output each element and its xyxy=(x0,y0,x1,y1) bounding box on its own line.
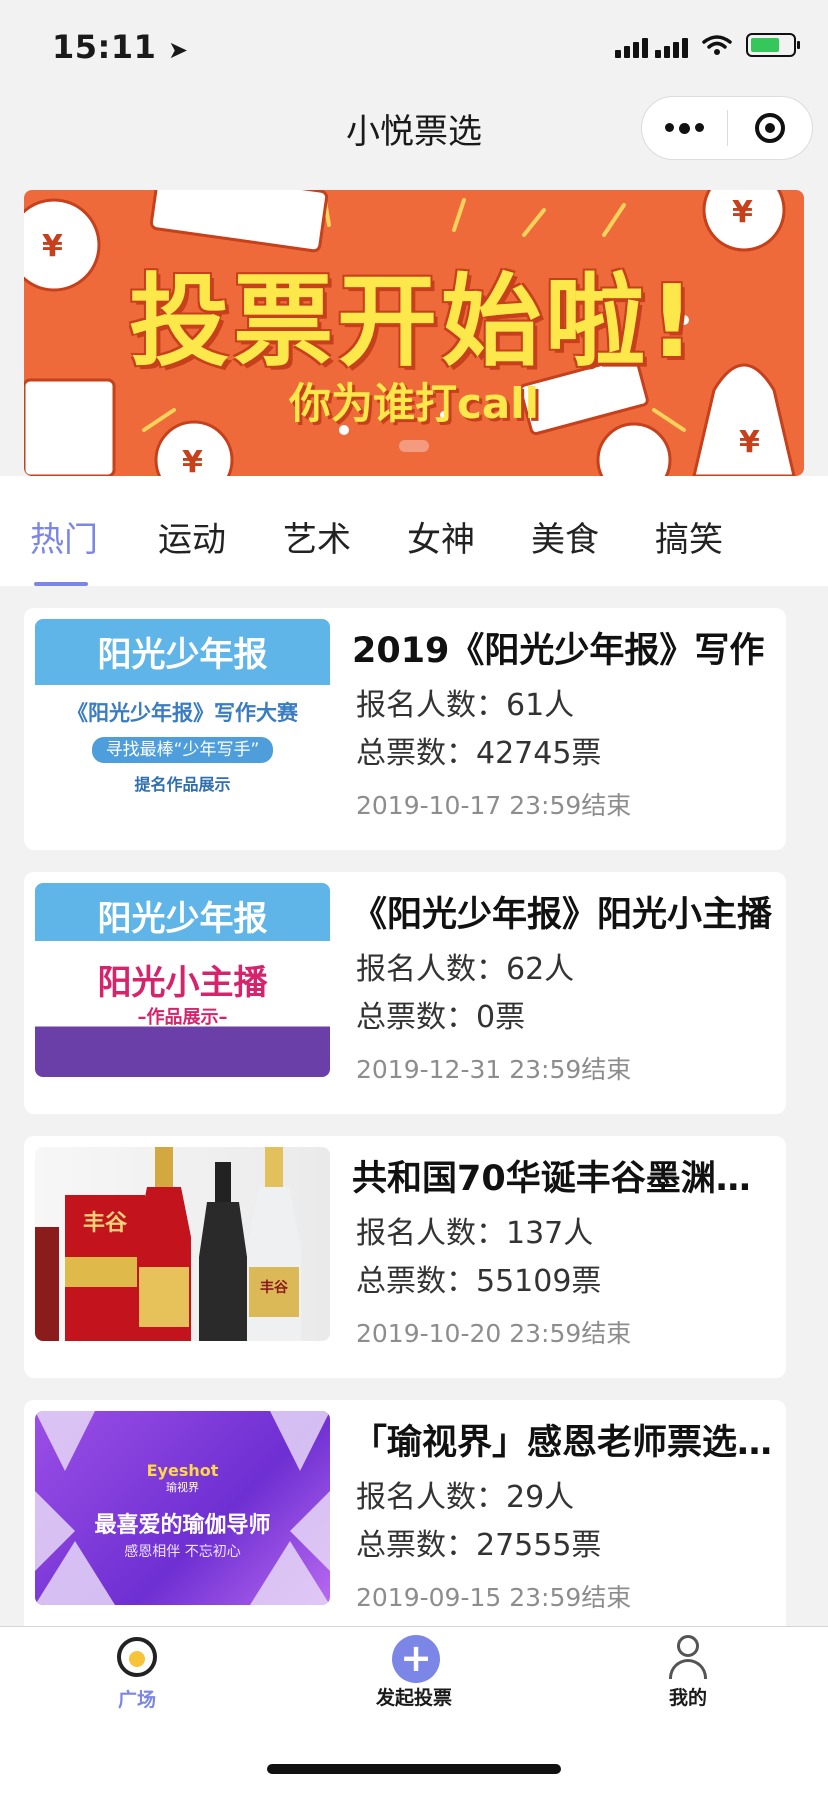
category-tabs: 热门 运动 艺术 女神 美食 搞笑 xyxy=(0,476,828,586)
person-icon xyxy=(666,1635,710,1679)
tab-goddess[interactable]: 女神 xyxy=(407,512,475,561)
liquor-bottles-image xyxy=(35,1147,301,1341)
banner-title: 投票开始啦! xyxy=(129,263,699,380)
wifi-icon xyxy=(702,35,732,55)
end-time: 2019-10-20 23:59结束 xyxy=(356,1319,632,1348)
signup-count: 报名人数：62人 xyxy=(356,952,575,987)
tab-food[interactable]: 美食 xyxy=(531,512,599,561)
tabbar-item-square[interactable]: 广场 xyxy=(67,1635,207,1712)
tab-hot[interactable]: 热门 xyxy=(30,512,98,561)
svg-text:¥: ¥ xyxy=(182,445,203,476)
card-title: 《阳光少年报》阳光小主播 xyxy=(352,895,773,935)
card-thumbnail: 阳光少年报 阳光小主播 –作品展示– xyxy=(35,883,330,1077)
carousel-indicator xyxy=(399,440,429,452)
home-indicator xyxy=(267,1764,561,1774)
close-capsule-button[interactable] xyxy=(728,97,813,159)
vote-count: 总票数：27555票 xyxy=(356,1528,602,1563)
end-time: 2019-12-31 23:59结束 xyxy=(356,1055,632,1084)
banner-carousel[interactable]: ¥ ¥ ¥ ¥ 投票开始啦! 你为谁打call xyxy=(24,190,804,476)
vote-card[interactable]: Eyeshot 瑜视界 最喜爱的瑜伽导师 感恩相伴 不忘初心 「瑜视界」感恩老师… xyxy=(24,1400,786,1642)
tabbar-item-mine[interactable]: 我的 xyxy=(618,1635,758,1710)
tab-sports[interactable]: 运动 xyxy=(158,512,226,561)
vote-count: 总票数：55109票 xyxy=(356,1264,602,1299)
plus-circle-icon: + xyxy=(392,1635,440,1683)
signup-count: 报名人数：29人 xyxy=(356,1480,575,1515)
banner-subtitle: 你为谁打call xyxy=(288,379,540,428)
card-title: 「瑜视界」感恩老师票选... xyxy=(352,1423,774,1463)
vote-card[interactable]: 阳光少年报 阳光小主播 –作品展示– 《阳光少年报》阳光小主播 报名人数：62人… xyxy=(24,872,786,1114)
signal-icon xyxy=(615,32,688,58)
mini-program-capsule xyxy=(641,96,813,160)
target-icon xyxy=(754,113,785,143)
tab-art[interactable]: 艺术 xyxy=(283,512,351,561)
card-title: 共和国70华诞丰谷墨渊嗨翻 xyxy=(352,1159,774,1199)
card-thumbnail: 丰谷 丰谷 xyxy=(35,1147,330,1341)
end-time: 2019-09-15 23:59结束 xyxy=(356,1583,632,1612)
active-tab-indicator xyxy=(34,582,88,586)
signup-count: 报名人数：61人 xyxy=(356,688,575,723)
card-thumbnail: 阳光少年报 《阳光少年报》写作大赛 寻找最棒“少年写手” 提名作品展示 xyxy=(35,619,330,813)
vote-card[interactable]: 阳光少年报 《阳光少年报》写作大赛 寻找最棒“少年写手” 提名作品展示 2019… xyxy=(24,608,786,850)
vote-count: 总票数：42745票 xyxy=(356,736,602,771)
flame-icon xyxy=(117,1637,157,1677)
more-dots-icon xyxy=(664,122,704,134)
svg-text:¥: ¥ xyxy=(732,195,753,230)
battery-icon xyxy=(746,33,800,57)
tabbar-item-create-vote[interactable]: + 发起投票 xyxy=(344,1635,484,1710)
vote-count: 总票数：0票 xyxy=(356,1000,526,1035)
end-time: 2019-10-17 23:59结束 xyxy=(356,791,632,820)
status-icons xyxy=(615,32,800,58)
vote-card[interactable]: 丰谷 丰谷 共和国70华诞丰谷墨渊嗨翻 报名人数：137人 总票数：55109票… xyxy=(24,1136,786,1378)
tab-funny[interactable]: 搞笑 xyxy=(655,512,723,561)
status-time: 15:11 ➤ xyxy=(52,28,189,66)
card-title: 2019《阳光少年报》写作 xyxy=(352,631,765,671)
more-button[interactable] xyxy=(642,97,727,159)
card-thumbnail: Eyeshot 瑜视界 最喜爱的瑜伽导师 感恩相伴 不忘初心 xyxy=(35,1411,330,1605)
signup-count: 报名人数：137人 xyxy=(356,1216,594,1251)
